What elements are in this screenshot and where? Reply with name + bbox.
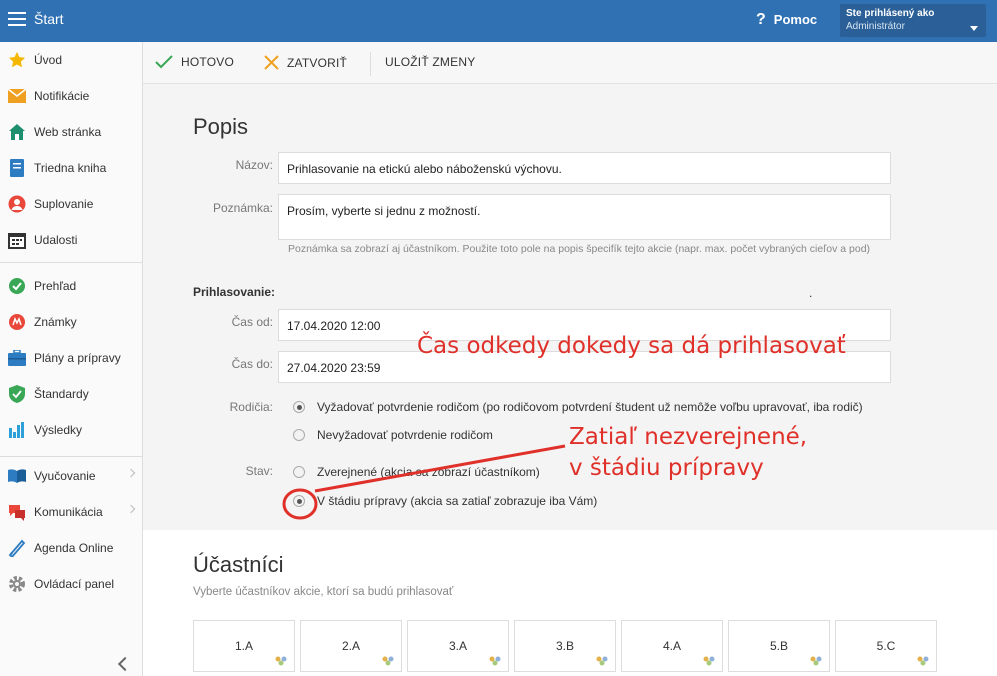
people-icon — [275, 656, 287, 666]
chevron-right-icon — [126, 504, 136, 514]
sidebar-item-label: Úvod — [34, 53, 63, 67]
class-card[interactable]: 3.B — [514, 620, 616, 672]
sidebar-item-uvod[interactable]: Úvod — [0, 42, 142, 78]
close-button[interactable]: ZATVORIŤ — [264, 55, 347, 70]
sidebar-item-vyucovanie[interactable]: Vyučovanie — [0, 458, 142, 494]
class-card[interactable]: 5.C — [835, 620, 937, 672]
gear-icon — [8, 575, 26, 593]
save-label: ULOŽIŤ ZMENY — [385, 55, 476, 69]
sidebar-item-label: Agenda Online — [34, 541, 114, 555]
sidebar-item-label: Známky — [34, 315, 77, 329]
sidebar-item-suplovanie[interactable]: Suplovanie — [0, 186, 142, 222]
sidebar-divider — [0, 456, 142, 457]
sidebar-item-label: Vyučovanie — [34, 469, 96, 483]
class-name: 1.A — [234, 639, 253, 653]
class-name: 4.A — [662, 639, 681, 653]
sidebar-item-label: Ovládací panel — [34, 577, 115, 591]
close-label: ZATVORIŤ — [287, 55, 348, 70]
class-name: 5.C — [876, 639, 896, 653]
class-name: 5.B — [769, 639, 788, 653]
sidebar-divider — [0, 262, 142, 263]
people-icon — [382, 656, 394, 666]
sidebar-item-komunikacia[interactable]: Komunikácia — [0, 494, 142, 530]
briefcase-icon — [8, 349, 26, 367]
grade-icon — [8, 313, 26, 331]
sidebar-item-label: Web stránka — [34, 125, 102, 139]
collapse-sidebar-icon[interactable] — [117, 656, 133, 672]
help-button[interactable]: ? Pomoc — [756, 11, 817, 29]
check-icon — [155, 55, 173, 69]
book-icon — [8, 159, 26, 177]
class-name: 3.A — [448, 639, 467, 653]
sidebar-item-label: Výsledky — [34, 423, 83, 437]
class-card[interactable]: 5.B — [728, 620, 830, 672]
check-circle-icon — [8, 277, 26, 295]
people-icon — [917, 656, 929, 666]
envelope-icon — [8, 87, 26, 105]
toolbar: HOTOVO ZATVORIŤ ULOŽIŤ ZMENY — [143, 42, 997, 84]
sidebar-item-plany-a-pripravy[interactable]: Plány a prípravy — [0, 340, 142, 376]
class-name: 3.B — [555, 639, 574, 653]
caret-down-icon — [970, 26, 978, 31]
sidebar-item-label: Notifikácie — [34, 89, 90, 103]
hamburger-menu-icon[interactable] — [8, 12, 26, 26]
participants-title: Účastníci — [193, 552, 284, 577]
sidebar-item-label: Triedna kniha — [34, 161, 107, 175]
people-icon — [810, 656, 822, 666]
class-card[interactable]: 2.A — [300, 620, 402, 672]
class-name: 2.A — [341, 639, 360, 653]
user-icon — [8, 195, 26, 213]
sidebar-item-triedna-kniha[interactable]: Triedna kniha — [0, 150, 142, 186]
sidebar-item-standardy[interactable]: Štandardy — [0, 376, 142, 412]
toolbar-divider — [370, 52, 371, 76]
help-label: Pomoc — [773, 12, 818, 27]
sidebar-item-vysledky[interactable]: Výsledky — [0, 412, 142, 448]
sidebar-item-web-stranka[interactable]: Web stránka — [0, 114, 142, 150]
sidebar-item-label: Suplovanie — [34, 197, 94, 211]
done-label: HOTOVO — [181, 55, 234, 69]
annotation-arrow-graphic — [282, 444, 566, 520]
sidebar-item-udalosti[interactable]: Udalosti — [0, 222, 142, 258]
pen-icon — [8, 539, 26, 557]
calendar-icon — [8, 231, 26, 249]
close-icon — [264, 55, 279, 70]
bar-chart-icon — [8, 421, 26, 439]
user-menu[interactable]: Ste prihlásený ako Administrátor — [840, 4, 986, 37]
sidebar-item-label: Udalosti — [34, 233, 78, 247]
sidebar-item-label: Prehľad — [34, 279, 77, 293]
sidebar: Úvod Notifikácie Web stránka Triedna kni… — [0, 42, 143, 676]
people-icon — [489, 656, 501, 666]
class-card[interactable]: 1.A — [193, 620, 295, 672]
sidebar-item-ovladaci-panel[interactable]: Ovládací panel — [0, 566, 142, 602]
people-icon — [703, 656, 715, 666]
sidebar-item-label: Komunikácia — [34, 505, 103, 519]
description-panel: Popis Názov: Prihlasovanie na etickú ale… — [143, 84, 997, 530]
class-card[interactable]: 4.A — [621, 620, 723, 672]
done-button[interactable]: HOTOVO — [155, 55, 234, 69]
user-status-label: Ste prihlásený ako — [846, 8, 935, 19]
sidebar-item-znamky[interactable]: Známky — [0, 304, 142, 340]
shield-icon — [8, 385, 26, 403]
chat-icon — [8, 503, 26, 521]
class-card[interactable]: 3.A — [407, 620, 509, 672]
star-icon — [8, 51, 26, 69]
chevron-right-icon — [126, 468, 136, 478]
home-icon — [8, 123, 26, 141]
save-changes-button[interactable]: ULOŽIŤ ZMENY — [385, 55, 475, 69]
open-book-icon — [8, 467, 26, 485]
user-role: Administrátor — [846, 21, 905, 32]
sidebar-item-notifikacie[interactable]: Notifikácie — [0, 78, 142, 114]
sidebar-item-label: Plány a prípravy — [34, 351, 121, 365]
question-icon: ? — [756, 11, 766, 28]
sidebar-item-label: Štandardy — [34, 387, 89, 401]
top-bar: Štart ? Pomoc Ste prihlásený ako Administ… — [0, 0, 997, 42]
participants-subtitle: Vyberte účastníkov akcie, ktorí sa budú … — [193, 586, 454, 598]
people-icon — [596, 656, 608, 666]
sidebar-item-prehlad[interactable]: Prehľad — [0, 268, 142, 304]
sidebar-item-agenda-online[interactable]: Agenda Online — [0, 530, 142, 566]
participants-panel: Účastníci Vyberte účastníkov akcie, ktor… — [143, 530, 997, 676]
app-title[interactable]: Štart — [34, 11, 64, 27]
